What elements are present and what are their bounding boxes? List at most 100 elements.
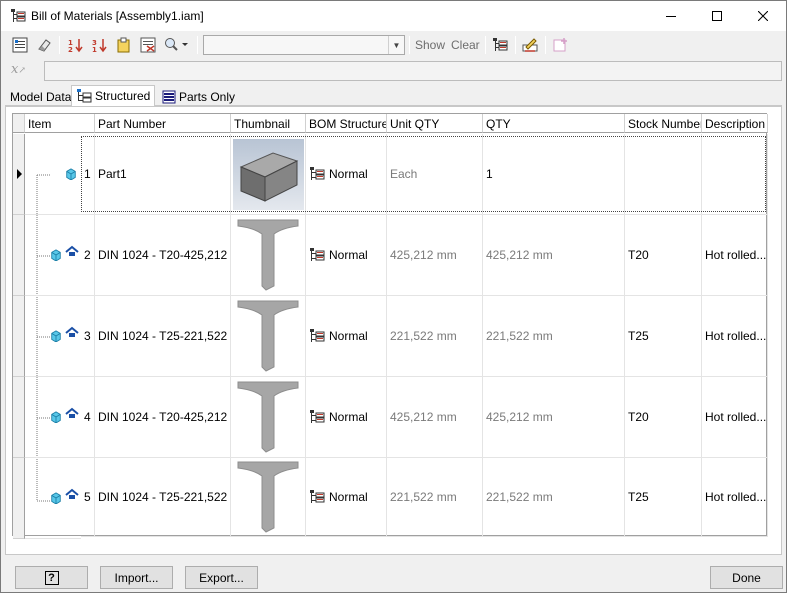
unit-qty-cell[interactable]: Each bbox=[387, 134, 483, 215]
unit-qty-cell[interactable]: 221,522 mm bbox=[387, 296, 483, 377]
row-selector[interactable] bbox=[13, 215, 25, 296]
bom-normal-icon bbox=[310, 490, 325, 503]
tab-parts-only[interactable]: Parts Only bbox=[157, 87, 240, 106]
qty-cell[interactable]: 221,522 mm bbox=[483, 296, 625, 377]
row-selector[interactable] bbox=[13, 296, 25, 377]
current-row-arrow-icon bbox=[17, 169, 22, 179]
export-table-icon[interactable] bbox=[113, 34, 135, 56]
maximize-button[interactable] bbox=[694, 1, 740, 31]
box-part-thumbnail bbox=[232, 138, 304, 210]
tab-structured[interactable]: Structured bbox=[71, 85, 156, 107]
bom-structure-cell[interactable]: Normal bbox=[306, 134, 387, 215]
description-cell[interactable] bbox=[702, 134, 768, 215]
column-header-item[interactable]: Item bbox=[25, 114, 95, 133]
bom-app-icon bbox=[11, 9, 26, 22]
add-custom-item-icon[interactable] bbox=[549, 34, 571, 56]
sort-ascending-icon[interactable]: 12 bbox=[65, 34, 87, 56]
bom-structure-cell[interactable]: Normal bbox=[306, 296, 387, 377]
function-icon[interactable]: x↗ bbox=[11, 62, 35, 80]
export-button[interactable]: Export... bbox=[185, 566, 258, 589]
unit-qty-cell[interactable]: 425,212 mm bbox=[387, 377, 483, 458]
clear-button[interactable]: Clear bbox=[451, 38, 480, 52]
eraser-icon[interactable] bbox=[33, 34, 55, 56]
bom-structure-value: Normal bbox=[329, 329, 368, 343]
row-selector[interactable] bbox=[13, 134, 25, 215]
bom-structure-cell[interactable]: Normal bbox=[306, 377, 387, 458]
item-icon-cell bbox=[25, 134, 81, 215]
separator bbox=[485, 36, 486, 54]
bom-panel: Item Part Number Thumbnail BOM Structure… bbox=[5, 106, 782, 555]
stock-number-cell[interactable]: T25 bbox=[625, 458, 702, 537]
tee-profile-thumbnail bbox=[237, 219, 299, 291]
item-number[interactable]: 1 bbox=[81, 134, 95, 215]
svg-text:2: 2 bbox=[68, 46, 73, 53]
qty-cell[interactable]: 425,212 mm bbox=[483, 215, 625, 296]
close-button[interactable] bbox=[740, 1, 786, 31]
bom-normal-icon bbox=[310, 329, 325, 342]
item-number[interactable]: 2 bbox=[81, 215, 95, 296]
edit-property-icon[interactable] bbox=[519, 34, 541, 56]
item-renumber-icon[interactable] bbox=[137, 34, 159, 56]
stock-number-cell[interactable]: T20 bbox=[625, 215, 702, 296]
tab-model-data[interactable]: Model Data bbox=[5, 87, 76, 106]
help-icon: ? bbox=[44, 570, 59, 585]
minimize-button[interactable] bbox=[648, 1, 694, 31]
find-part-icon[interactable] bbox=[161, 34, 191, 56]
unit-qty-cell[interactable]: 425,212 mm bbox=[387, 215, 483, 296]
bom-structure-cell[interactable]: Normal bbox=[306, 458, 387, 537]
thumbnail-cell bbox=[231, 215, 306, 296]
description-cell[interactable]: Hot rolled... bbox=[702, 458, 768, 537]
row-selector[interactable] bbox=[13, 377, 25, 458]
tab-label: Model Data bbox=[10, 89, 72, 104]
formula-input[interactable] bbox=[44, 61, 782, 81]
separator bbox=[197, 36, 198, 54]
column-header-bom-structure[interactable]: BOM Structure bbox=[306, 114, 387, 133]
tee-profile-thumbnail bbox=[237, 461, 299, 533]
bom-structure-cell[interactable]: Normal bbox=[306, 215, 387, 296]
description-cell[interactable]: Hot rolled... bbox=[702, 377, 768, 458]
row-selector[interactable] bbox=[13, 458, 25, 539]
item-number[interactable]: 5 bbox=[81, 458, 95, 537]
item-number[interactable]: 3 bbox=[81, 296, 95, 377]
view-options-icon[interactable] bbox=[9, 34, 31, 56]
separator bbox=[59, 36, 60, 54]
column-header-thumbnail[interactable]: Thumbnail bbox=[231, 114, 306, 133]
show-button[interactable]: Show bbox=[415, 38, 445, 52]
list-icon bbox=[162, 90, 176, 103]
bom-grid: Item Part Number Thumbnail BOM Structure… bbox=[12, 113, 768, 539]
import-button[interactable]: Import... bbox=[100, 566, 173, 589]
help-button[interactable]: ? bbox=[15, 566, 88, 589]
part-number-cell[interactable]: DIN 1024 - T20-425,212 bbox=[95, 215, 231, 296]
column-header-qty[interactable]: QTY bbox=[483, 114, 625, 133]
done-button[interactable]: Done bbox=[710, 566, 783, 589]
column-header-description[interactable]: Description bbox=[702, 114, 768, 133]
sort-descending-icon[interactable]: 31 bbox=[89, 34, 111, 56]
part-number-cell[interactable]: DIN 1024 - T25-221,522 bbox=[95, 296, 231, 377]
stock-number-cell[interactable] bbox=[625, 134, 702, 215]
view-combo[interactable]: ▼ bbox=[203, 35, 405, 55]
column-header-part-number[interactable]: Part Number bbox=[95, 114, 231, 133]
close-icon bbox=[758, 11, 768, 21]
qty-cell[interactable]: 425,212 mm bbox=[483, 377, 625, 458]
stock-number-cell[interactable]: T20 bbox=[625, 377, 702, 458]
part-number-cell[interactable]: DIN 1024 - T25-221,522 bbox=[95, 458, 231, 537]
part-cube-icon bbox=[51, 330, 61, 342]
qty-cell[interactable]: 221,522 mm bbox=[483, 458, 625, 537]
column-header-unit-qty[interactable]: Unit QTY bbox=[387, 114, 483, 133]
item-number[interactable]: 4 bbox=[81, 377, 95, 458]
part-number-cell[interactable]: Part1 bbox=[95, 134, 231, 215]
stock-number-cell[interactable]: T25 bbox=[625, 296, 702, 377]
bom-structure-value: Normal bbox=[329, 248, 368, 262]
description-cell[interactable]: Hot rolled... bbox=[702, 215, 768, 296]
content-center-icon bbox=[65, 407, 79, 418]
tab-label: Parts Only bbox=[179, 89, 236, 104]
formula-bar: x↗ bbox=[5, 59, 782, 83]
bom-structure-icon[interactable] bbox=[489, 34, 511, 56]
chevron-down-icon[interactable]: ▼ bbox=[388, 36, 404, 54]
unit-qty-cell[interactable]: 221,522 mm bbox=[387, 458, 483, 537]
qty-cell[interactable]: 1 bbox=[483, 134, 625, 215]
part-number-cell[interactable]: DIN 1024 - T20-425,212 bbox=[95, 377, 231, 458]
bom-structure-value: Normal bbox=[329, 167, 368, 181]
description-cell[interactable]: Hot rolled... bbox=[702, 296, 768, 377]
column-header-stock-number[interactable]: Stock Number bbox=[625, 114, 702, 133]
